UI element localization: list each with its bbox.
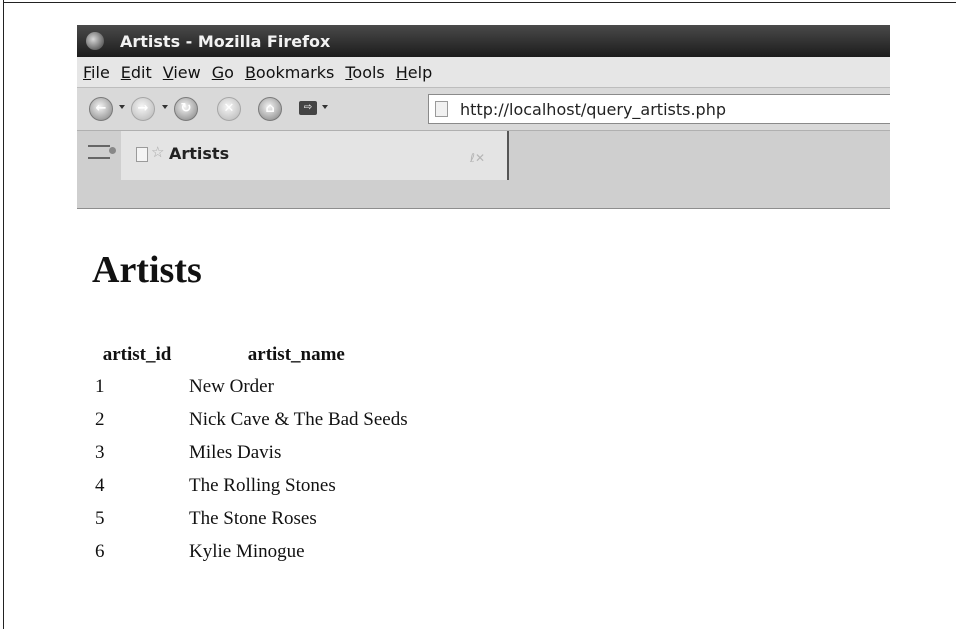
go-dropdown-icon[interactable]	[322, 105, 328, 109]
star-icon[interactable]: ☆	[151, 143, 164, 161]
tab-bar: ☆ Artists ℓ✕	[77, 131, 890, 209]
home-icon[interactable]: ⌂	[258, 97, 282, 121]
menu-view[interactable]: View	[163, 63, 201, 82]
table-header-row: artist_id artist_name	[93, 342, 410, 368]
go-icon[interactable]: ⇨	[299, 101, 317, 115]
menu-go[interactable]: Go	[212, 63, 234, 82]
table-row: 6 Kylie Minogue	[93, 537, 410, 566]
artist-name-cell: The Stone Roses	[189, 507, 317, 529]
column-header-artist-name: artist_name	[247, 344, 345, 365]
artist-name-cell: Kylie Minogue	[189, 540, 305, 562]
address-bar[interactable]: http://localhost/query_artists.php	[428, 94, 890, 124]
artist-name-cell: The Rolling Stones	[189, 474, 336, 496]
forward-history-dropdown-icon[interactable]	[162, 105, 168, 109]
tab-list-icon[interactable]	[88, 145, 116, 159]
menu-help[interactable]: Help	[396, 63, 432, 82]
artist-id-cell: 5	[95, 507, 105, 529]
menu-bookmarks[interactable]: Bookmarks	[245, 63, 334, 82]
artist-id-cell: 6	[95, 540, 105, 562]
page-heading: Artists	[92, 249, 202, 291]
menu-bar: File Edit View Go Bookmarks Tools Help	[77, 57, 890, 88]
table-row: 5 The Stone Roses	[93, 504, 410, 533]
table-row: 3 Miles Davis	[93, 438, 410, 467]
close-tab-icon[interactable]: ℓ✕	[470, 151, 485, 165]
page-icon	[435, 101, 448, 117]
back-history-dropdown-icon[interactable]	[119, 105, 125, 109]
title-bar: Artists - Mozilla Firefox	[77, 25, 890, 57]
artists-table: artist_id artist_name 1 New Order 2 Nick…	[91, 338, 412, 570]
stop-icon[interactable]: ✕	[217, 97, 241, 121]
page-content: Artists artist_id artist_name 1 New Orde…	[77, 209, 890, 610]
table-row: 1 New Order	[93, 372, 410, 401]
reload-icon[interactable]: ↻	[174, 97, 198, 121]
menu-tools[interactable]: Tools	[345, 63, 384, 82]
address-text[interactable]: http://localhost/query_artists.php	[460, 100, 726, 119]
tab-page-icon	[136, 147, 148, 162]
artist-id-cell: 2	[95, 408, 105, 430]
back-icon[interactable]: ←	[89, 97, 113, 121]
forward-icon[interactable]: →	[131, 97, 155, 121]
table-row: 4 The Rolling Stones	[93, 471, 410, 500]
artist-name-cell: New Order	[189, 375, 274, 397]
page-frame-left	[3, 0, 4, 629]
firefox-icon	[86, 32, 104, 50]
table-row: 2 Nick Cave & The Bad Seeds	[93, 405, 410, 434]
menu-file[interactable]: File	[83, 63, 110, 82]
column-header-artist-id: artist_id	[102, 344, 172, 365]
artist-id-cell: 4	[95, 474, 105, 496]
artist-name-cell: Miles Davis	[189, 441, 282, 463]
artist-id-cell: 1	[95, 375, 105, 397]
browser-window: Artists - Mozilla Firefox File Edit View…	[77, 25, 890, 610]
window-title: Artists - Mozilla Firefox	[120, 31, 331, 51]
tab-title: Artists	[169, 144, 230, 163]
tab-artists[interactable]: ☆ Artists ℓ✕	[121, 131, 509, 180]
navigation-toolbar: ← → ↻ ✕ ⌂ ⇨ http://localhost/query_artis…	[77, 88, 890, 131]
artist-id-cell: 3	[95, 441, 105, 463]
menu-edit[interactable]: Edit	[121, 63, 152, 82]
artist-name-cell: Nick Cave & The Bad Seeds	[189, 408, 408, 430]
page-frame-top	[3, 2, 956, 3]
